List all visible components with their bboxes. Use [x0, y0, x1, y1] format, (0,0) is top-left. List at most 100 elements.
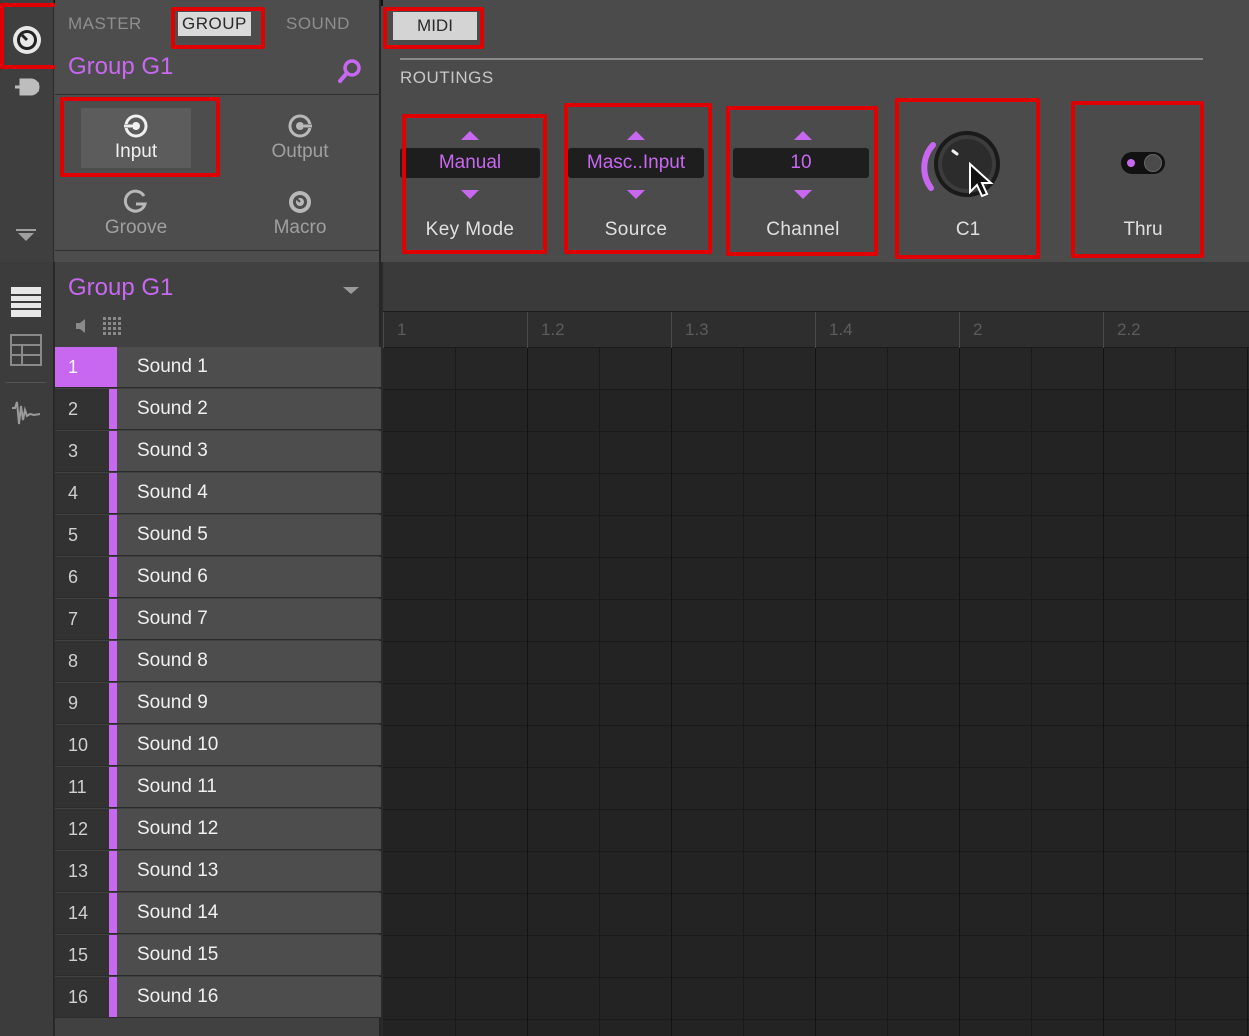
c1-knob-control[interactable]: C1 — [898, 118, 1038, 248]
sound-name[interactable]: Sound 1 — [117, 347, 381, 387]
sound-number[interactable]: 6 — [55, 557, 109, 597]
sound-name[interactable]: Sound 7 — [117, 599, 381, 639]
grid-row[interactable] — [383, 390, 1249, 432]
sound-name[interactable]: Sound 2 — [117, 389, 381, 429]
pattern-editor[interactable]: 1 1.2 1.3 1.4 2 2.2 — [383, 262, 1249, 1036]
sound-number[interactable]: 7 — [55, 599, 109, 639]
plugin-icon[interactable] — [13, 77, 41, 97]
sound-row[interactable]: 14 Sound 14 — [55, 893, 381, 934]
page-macro-button[interactable]: Macro — [245, 184, 355, 244]
grid-row[interactable] — [383, 642, 1249, 684]
sound-row[interactable]: 15 Sound 15 — [55, 935, 381, 976]
sound-name[interactable]: Sound 6 — [117, 557, 381, 597]
sound-row[interactable]: 2 Sound 2 — [55, 389, 381, 430]
sound-number[interactable]: 5 — [55, 515, 109, 555]
group-title[interactable]: Group G1 — [68, 274, 173, 302]
thru-toggle-switch[interactable] — [1121, 152, 1165, 174]
sound-name[interactable]: Sound 13 — [117, 851, 381, 891]
grid-row[interactable] — [383, 684, 1249, 726]
grid-row[interactable] — [383, 852, 1249, 894]
key-mode-selector[interactable]: Manual Key Mode — [400, 118, 540, 248]
increment-arrow-icon[interactable] — [794, 131, 812, 140]
tab-group[interactable]: GROUP — [178, 12, 251, 36]
sound-name[interactable]: Sound 15 — [117, 935, 381, 975]
tab-sound[interactable]: SOUND — [286, 14, 350, 34]
sound-row[interactable]: 3 Sound 3 — [55, 431, 381, 472]
tab-master[interactable]: MASTER — [68, 14, 142, 34]
sound-number[interactable]: 12 — [55, 809, 109, 849]
grid-row[interactable] — [383, 600, 1249, 642]
sound-number[interactable]: 1 — [55, 347, 109, 387]
grid-row[interactable] — [383, 516, 1249, 558]
sound-row[interactable]: 13 Sound 13 — [55, 851, 381, 892]
sound-name[interactable]: Sound 8 — [117, 641, 381, 681]
grid-row[interactable] — [383, 768, 1249, 810]
sound-number[interactable]: 13 — [55, 851, 109, 891]
page-output-button[interactable]: Output — [245, 108, 355, 168]
tab-midi[interactable]: MIDI — [393, 12, 477, 40]
source-selector[interactable]: Masc..Input Source — [566, 118, 706, 248]
grid-row[interactable] — [383, 348, 1249, 390]
sound-name[interactable]: Sound 5 — [117, 515, 381, 555]
keyboard-view-icon[interactable] — [10, 334, 42, 366]
sound-number[interactable]: 9 — [55, 683, 109, 723]
page-input-button[interactable]: Input — [81, 108, 191, 168]
sound-row[interactable]: 6 Sound 6 — [55, 557, 381, 598]
chevron-down-icon[interactable] — [343, 287, 359, 294]
decrement-arrow-icon[interactable] — [627, 190, 645, 199]
decrement-arrow-icon[interactable] — [461, 190, 479, 199]
grid-row[interactable] — [383, 432, 1249, 474]
sound-row[interactable]: 7 Sound 7 — [55, 599, 381, 640]
grid-icon[interactable] — [103, 317, 123, 335]
page-groove-button[interactable]: Groove — [81, 184, 191, 244]
grid-row[interactable] — [383, 978, 1249, 1020]
sound-name[interactable]: Sound 4 — [117, 473, 381, 513]
sound-name[interactable]: Sound 3 — [117, 431, 381, 471]
sound-name[interactable]: Sound 16 — [117, 977, 381, 1017]
grid-row[interactable] — [383, 810, 1249, 852]
sound-name[interactable]: Sound 12 — [117, 809, 381, 849]
sound-number[interactable]: 14 — [55, 893, 109, 933]
sound-row[interactable]: 10 Sound 10 — [55, 725, 381, 766]
timeline-ruler[interactable]: 1 1.2 1.3 1.4 2 2.2 — [383, 312, 1249, 348]
sound-number[interactable]: 11 — [55, 767, 109, 807]
thru-toggle-control[interactable]: Thru — [1073, 118, 1213, 248]
sound-row[interactable]: 8 Sound 8 — [55, 641, 381, 682]
grid-row[interactable] — [383, 936, 1249, 978]
sound-row[interactable]: 1 Sound 1 — [55, 347, 381, 388]
channel-value[interactable]: 10 — [733, 148, 869, 178]
sound-row[interactable]: 12 Sound 12 — [55, 809, 381, 850]
channel-selector[interactable]: 10 Channel — [733, 118, 873, 248]
sound-name[interactable]: Sound 11 — [117, 767, 381, 807]
waveform-view-icon[interactable] — [10, 400, 42, 428]
sound-number[interactable]: 4 — [55, 473, 109, 513]
sound-number[interactable]: 3 — [55, 431, 109, 471]
speaker-icon[interactable] — [75, 318, 89, 334]
sound-number[interactable]: 15 — [55, 935, 109, 975]
sound-name[interactable]: Sound 9 — [117, 683, 381, 723]
sound-name[interactable]: Sound 10 — [117, 725, 381, 765]
decrement-arrow-icon[interactable] — [794, 190, 812, 199]
sound-name[interactable]: Sound 14 — [117, 893, 381, 933]
increment-arrow-icon[interactable] — [627, 131, 645, 140]
sound-number[interactable]: 8 — [55, 641, 109, 681]
sound-number[interactable]: 16 — [55, 977, 109, 1017]
sound-number[interactable]: 10 — [55, 725, 109, 765]
grid-row[interactable] — [383, 894, 1249, 936]
sound-row[interactable]: 11 Sound 11 — [55, 767, 381, 808]
grid-row[interactable] — [383, 474, 1249, 516]
collapse-down-icon[interactable] — [15, 228, 37, 242]
grid-row[interactable] — [383, 726, 1249, 768]
sound-number[interactable]: 2 — [55, 389, 109, 429]
key-mode-value[interactable]: Manual — [400, 148, 540, 178]
grid-row[interactable] — [383, 558, 1249, 600]
sound-row[interactable]: 16 Sound 16 — [55, 977, 381, 1018]
sound-row[interactable]: 4 Sound 4 — [55, 473, 381, 514]
sound-row[interactable]: 5 Sound 5 — [55, 515, 381, 556]
source-value[interactable]: Masc..Input — [568, 148, 704, 178]
increment-arrow-icon[interactable] — [461, 131, 479, 140]
list-view-icon[interactable] — [10, 286, 42, 318]
search-icon[interactable] — [337, 58, 363, 84]
sound-row[interactable]: 9 Sound 9 — [55, 683, 381, 724]
channel-properties-icon[interactable] — [11, 24, 43, 56]
